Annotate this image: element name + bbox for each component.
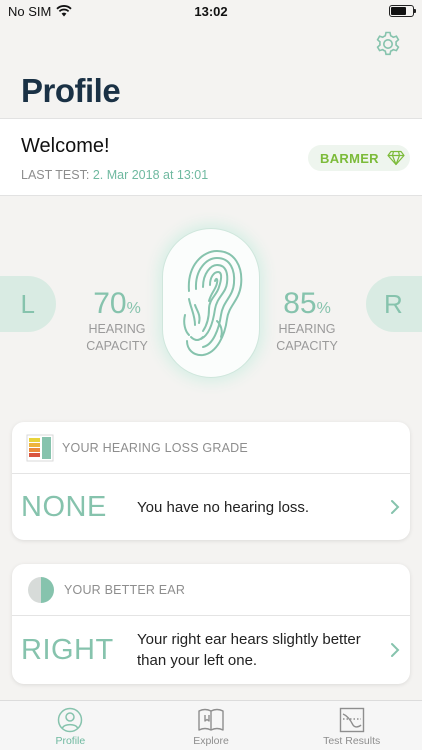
- hearing-loss-grade-card[interactable]: YOUR HEARING LOSS GRADE NONE You have no…: [12, 422, 410, 540]
- brand-name: BARMER: [320, 150, 379, 166]
- card-header: YOUR BETTER EAR: [12, 564, 410, 616]
- card-header: YOUR HEARING LOSS GRADE: [12, 422, 410, 474]
- left-ear-tab[interactable]: L: [0, 276, 56, 332]
- battery-icon: [389, 5, 416, 17]
- diamond-icon: [387, 150, 405, 166]
- loss-grade-header: YOUR HEARING LOSS GRADE: [62, 440, 248, 455]
- tab-label: Test Results: [323, 735, 381, 747]
- tab-explore[interactable]: Explore: [141, 701, 282, 750]
- right-capacity-value: 85%: [283, 287, 331, 320]
- tab-bar: Profile Explore Test Results: [0, 700, 422, 750]
- better-ear-description: Your right ear hears slightly better tha…: [137, 631, 361, 669]
- ear-fingerprint-icon: [183, 249, 243, 357]
- status-bar: No SIM 13:02: [0, 0, 422, 22]
- last-test-label: LAST TEST:: [21, 168, 90, 182]
- right-capacity-label-2: CAPACITY: [276, 339, 338, 353]
- loss-grade-value: NONE: [21, 490, 107, 523]
- carrier-label: No SIM: [8, 3, 52, 19]
- tab-profile[interactable]: Profile: [0, 701, 141, 750]
- better-ear-value: RIGHT: [21, 633, 114, 666]
- loss-grade-description: You have no hearing loss.: [137, 498, 310, 516]
- gear-icon[interactable]: [374, 30, 402, 58]
- ear-badge[interactable]: [162, 228, 260, 378]
- page-title: Profile: [21, 72, 121, 109]
- book-icon: [198, 708, 224, 731]
- right-ear-tab[interactable]: R: [366, 276, 422, 332]
- right-capacity-label-1: HEARING: [278, 322, 336, 336]
- left-capacity-value: 70%: [93, 287, 141, 320]
- last-test-date: 2. Mar 2018 at 13:01: [92, 168, 209, 182]
- chevron-right-icon[interactable]: [390, 642, 400, 658]
- better-ear-card[interactable]: YOUR BETTER EAR RIGHT Your right ear hea…: [12, 564, 410, 684]
- last-test-info: LAST TEST: 2. Mar 2018 at 13:01: [21, 168, 208, 182]
- tab-label: Profile: [55, 735, 86, 747]
- left-hearing-capacity: 70% HEARING CAPACITY: [72, 287, 162, 355]
- card-body: NONE You have no hearing loss.: [12, 474, 410, 540]
- wifi-icon: [56, 5, 72, 17]
- chart-icon: [339, 707, 364, 733]
- welcome-greeting: Welcome!: [21, 135, 110, 157]
- brand-badge[interactable]: BARMER: [308, 145, 410, 171]
- left-capacity-label-2: CAPACITY: [86, 339, 148, 353]
- tab-label: Explore: [193, 735, 229, 747]
- status-left: No SIM: [8, 4, 72, 19]
- tab-test-results[interactable]: Test Results: [281, 701, 422, 750]
- card-body: RIGHT Your right ear hears slightly bett…: [12, 616, 410, 684]
- better-ear-header: YOUR BETTER EAR: [64, 582, 186, 597]
- loss-grade-bars-icon: [26, 434, 54, 461]
- person-icon: [58, 707, 83, 733]
- right-hearing-capacity: 85% HEARING CAPACITY: [262, 287, 352, 355]
- chevron-right-icon[interactable]: [390, 499, 400, 515]
- left-capacity-label-1: HEARING: [88, 322, 146, 336]
- welcome-panel: Welcome! LAST TEST: 2. Mar 2018 at 13:01…: [0, 118, 422, 196]
- half-circle-icon: [28, 576, 54, 603]
